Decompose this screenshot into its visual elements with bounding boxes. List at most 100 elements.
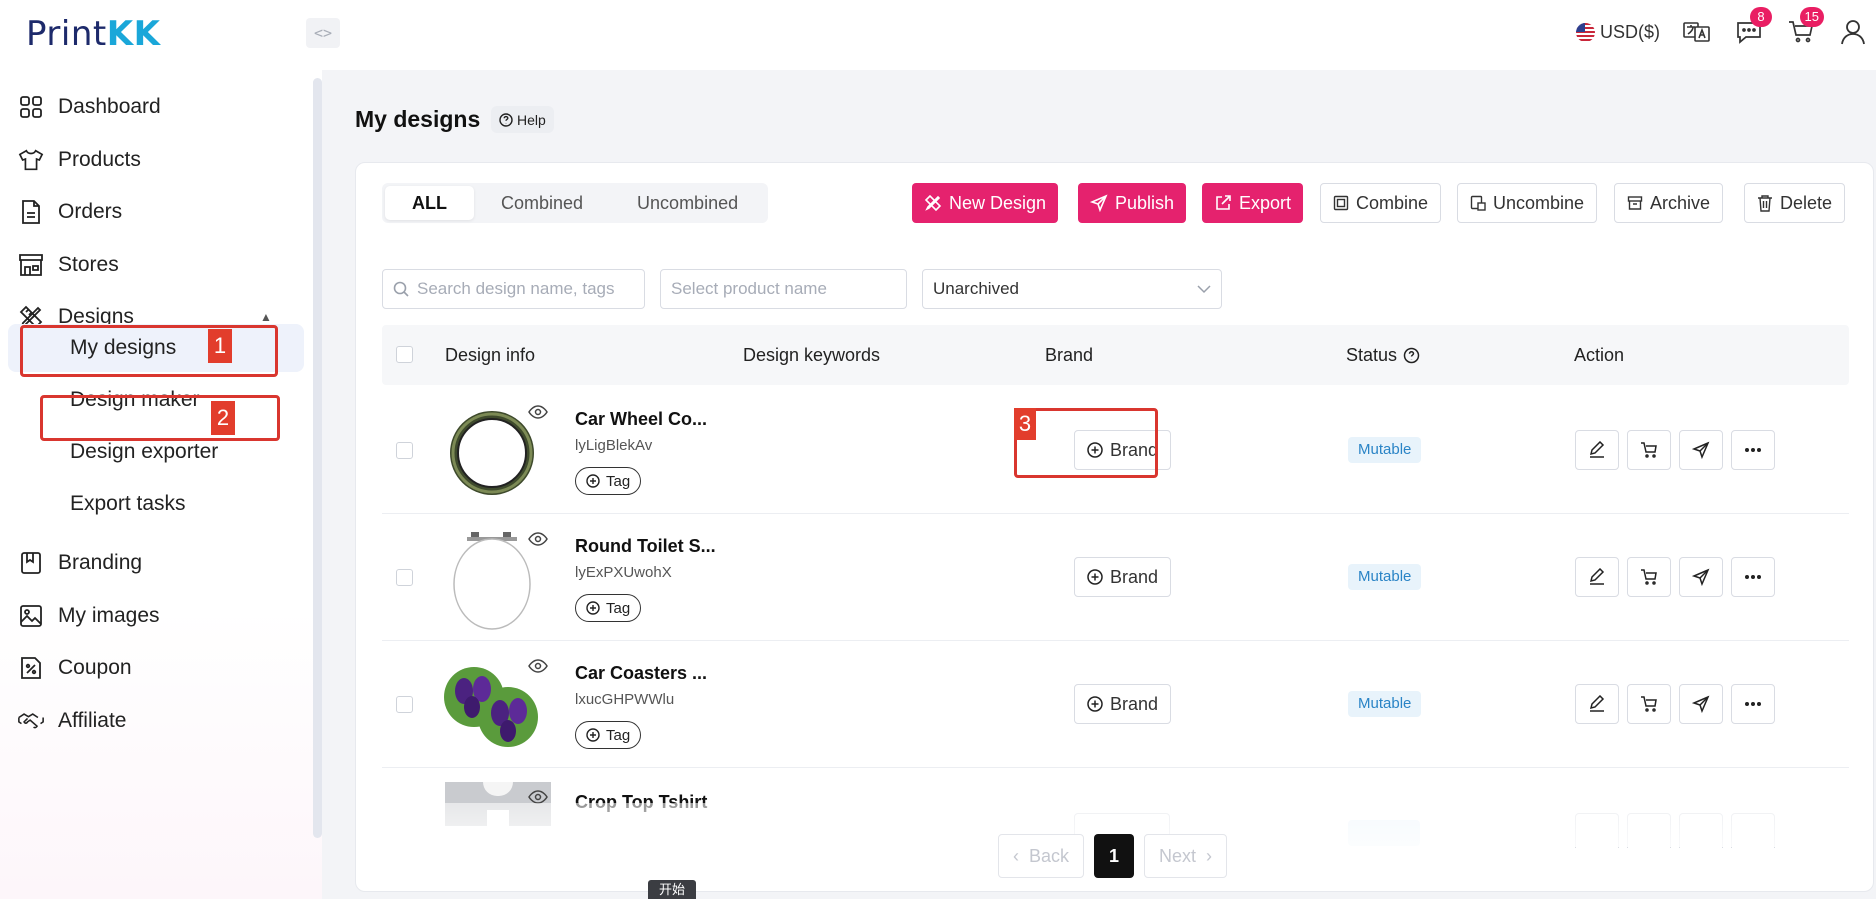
plus-circle-icon — [586, 474, 600, 488]
cart-count-badge: 15 — [1799, 7, 1824, 27]
send-icon — [1692, 441, 1710, 459]
book-icon — [18, 550, 44, 576]
annotation-number-2: 2 — [211, 401, 235, 435]
sidebar-item-affiliate[interactable]: Affiliate — [18, 698, 127, 744]
add-to-cart-button[interactable] — [1627, 430, 1671, 470]
tab-combined[interactable]: Combined — [474, 186, 610, 220]
sidebar-item-coupon[interactable]: Coupon — [18, 645, 132, 691]
eye-icon[interactable] — [528, 532, 548, 551]
more-options-button[interactable] — [1731, 430, 1775, 470]
header-brand: Brand — [1045, 345, 1094, 365]
pagination-back-button[interactable]: ‹ Back — [998, 834, 1085, 878]
eye-icon[interactable] — [528, 405, 548, 424]
search-input[interactable]: Search design name, tags — [382, 269, 645, 309]
messages-count-badge: 8 — [1750, 7, 1772, 27]
sidebar-scrollbar[interactable] — [313, 78, 322, 838]
cart-icon — [1641, 696, 1657, 712]
question-circle-icon[interactable] — [1403, 347, 1420, 364]
eye-icon[interactable] — [528, 659, 548, 678]
sidebar-item-label: Orders — [58, 200, 123, 223]
edit-button[interactable] — [1575, 557, 1619, 597]
add-to-cart-button[interactable] — [1627, 557, 1671, 597]
translate-icon[interactable] — [1680, 15, 1714, 49]
toilet-seat-image — [453, 532, 531, 630]
export-button[interactable]: Export — [1202, 183, 1304, 223]
pagination-current-page[interactable]: 1 — [1094, 834, 1135, 878]
product-name-select[interactable]: Select product name — [660, 269, 907, 309]
more-options-button[interactable] — [1731, 684, 1775, 724]
publish-row-button[interactable] — [1679, 557, 1723, 597]
sidebar-item-branding[interactable]: Branding — [18, 540, 142, 586]
archive-button[interactable]: Archive — [1614, 183, 1724, 223]
publish-row-button[interactable] — [1679, 430, 1723, 470]
plus-circle-icon — [1087, 569, 1103, 585]
sidebar-item-products[interactable]: Products — [18, 137, 141, 183]
publish-button[interactable]: Publish — [1078, 183, 1187, 223]
sidebar-item-label: Affiliate — [58, 709, 127, 732]
annotation-number-1: 1 — [208, 329, 232, 363]
currency-selector[interactable]: USD($) — [1575, 21, 1660, 43]
sidebar-item-my-images[interactable]: My images — [18, 593, 160, 639]
pagination-next-button[interactable]: Next › — [1144, 834, 1228, 878]
header-design-keywords: Design keywords — [743, 345, 881, 365]
row-checkbox[interactable] — [396, 569, 413, 586]
delete-button[interactable]: Delete — [1744, 183, 1846, 223]
select-all-checkbox[interactable] — [396, 346, 413, 363]
table-header: Design info Design keywords Brand Status… — [382, 325, 1849, 385]
archive-icon — [1627, 196, 1643, 210]
edit-button[interactable] — [1575, 684, 1619, 724]
image-icon — [18, 603, 44, 629]
send-icon — [1692, 695, 1710, 713]
add-brand-button[interactable]: Brand — [1074, 684, 1172, 724]
combine-button[interactable]: Combine — [1320, 183, 1442, 223]
design-name[interactable]: Car Wheel Co... — [575, 409, 707, 430]
publish-row-button[interactable] — [1679, 684, 1723, 724]
search-icon — [393, 281, 409, 297]
add-tag-button[interactable]: Tag — [575, 721, 642, 749]
cart-icon — [1641, 442, 1657, 458]
sidebar-item-dashboard[interactable]: Dashboard — [18, 84, 161, 130]
status-badge: Mutable — [1348, 437, 1422, 463]
add-tag-button[interactable]: Tag — [575, 467, 642, 495]
edit-button[interactable] — [1575, 430, 1619, 470]
cart-button[interactable]: 15 — [1784, 7, 1824, 49]
tab-uncombined[interactable]: Uncombined — [610, 186, 765, 220]
grid-icon — [18, 94, 44, 120]
annotation-box-1 — [20, 325, 278, 377]
sidebar-item-stores[interactable]: Stores — [18, 242, 119, 288]
row-checkbox[interactable] — [396, 696, 413, 713]
design-name[interactable]: Car Coasters ... — [575, 663, 707, 684]
uncombine-button[interactable]: Uncombine — [1457, 183, 1598, 223]
sidebar-item-orders[interactable]: Orders — [18, 189, 122, 235]
design-thumbnail[interactable] — [442, 657, 542, 757]
cart-icon — [1641, 569, 1657, 585]
uncombine-icon — [1470, 195, 1486, 211]
sidebar-subitem-export-tasks[interactable]: Export tasks — [40, 480, 303, 528]
currency-label: USD($) — [1599, 21, 1660, 42]
help-button[interactable]: Help — [491, 106, 554, 133]
add-brand-button[interactable]: Brand — [1074, 557, 1172, 597]
more-options-button[interactable] — [1731, 557, 1775, 597]
design-id: lyLigBlekAv — [575, 437, 653, 454]
row-checkbox[interactable] — [396, 442, 413, 459]
printkk-logo[interactable]: PrintKK — [26, 14, 160, 54]
design-thumbnail[interactable] — [442, 403, 542, 503]
user-icon[interactable] — [1836, 15, 1870, 49]
chevron-down-icon — [1197, 284, 1211, 293]
archive-status-select[interactable]: Unarchived — [922, 269, 1222, 309]
tshirt-icon — [18, 147, 44, 173]
messages-button[interactable]: 8 — [1732, 7, 1772, 49]
tab-all[interactable]: ALL — [385, 186, 474, 220]
table-row: Round Toilet S... lyExPXUwohX Tag Brand … — [382, 514, 1849, 641]
add-tag-button[interactable]: Tag — [575, 594, 642, 622]
chevron-up-icon[interactable]: ▲ — [260, 310, 272, 324]
external-link-icon — [1216, 195, 1231, 210]
design-name[interactable]: Round Toilet S... — [575, 536, 716, 557]
designs-card: ALL Combined Uncombined New Design Publi… — [355, 162, 1874, 892]
add-to-cart-button[interactable] — [1627, 684, 1671, 724]
design-thumbnail[interactable] — [442, 530, 542, 630]
status-badge: Mutable — [1348, 564, 1422, 590]
new-design-button[interactable]: New Design — [912, 183, 1059, 223]
design-id: lxucGHPWWlu — [575, 691, 675, 708]
collapse-sidebar-button[interactable]: <> — [306, 18, 340, 48]
